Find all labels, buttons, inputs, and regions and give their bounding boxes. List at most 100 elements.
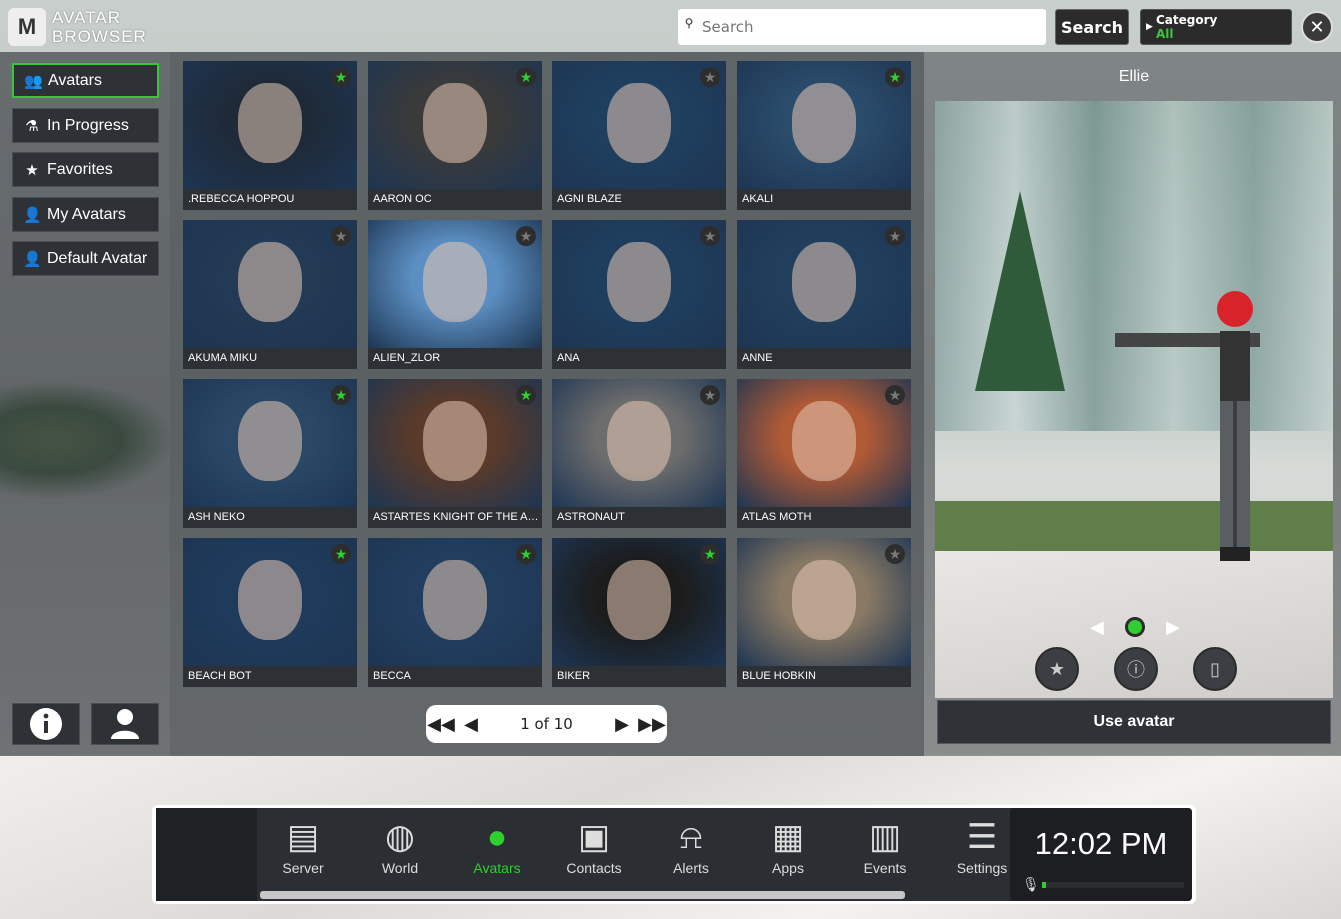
favorite-star-icon[interactable]: ★ xyxy=(516,67,536,87)
avatar-tile[interactable]: ALIEN_ZLOR ★ xyxy=(368,220,542,369)
globe-icon: ◍ xyxy=(385,818,415,856)
profile-button[interactable] xyxy=(91,703,159,745)
search-box[interactable]: ⚲ xyxy=(678,9,1046,45)
avatar-preview[interactable] xyxy=(935,101,1333,698)
prev-page-button[interactable]: ◀ xyxy=(456,714,486,735)
app-title-line1: AVATAR xyxy=(52,8,121,27)
favorite-star-icon[interactable]: ★ xyxy=(885,544,905,564)
search-input[interactable] xyxy=(700,17,1034,37)
carousel-dot[interactable] xyxy=(1125,617,1145,637)
taskbar-events[interactable]: ▥ Events xyxy=(840,816,930,886)
category-dropdown[interactable]: ▶ Category All xyxy=(1140,9,1292,45)
category-label: Category xyxy=(1156,13,1218,27)
app-logo: M AVATAR BROWSER xyxy=(8,8,147,46)
avatar-figure xyxy=(607,83,671,163)
sidebar-item-in-progress[interactable]: ⚗ In Progress xyxy=(12,108,159,143)
microphone-icon[interactable]: 🎙 xyxy=(1022,876,1040,893)
info-icon xyxy=(30,708,62,740)
avatar-tile[interactable]: BEACH BOT ★ xyxy=(183,538,357,687)
pagination: ◀◀ ◀ 1 of 10 ▶ ▶▶ xyxy=(426,705,667,743)
search-button[interactable]: Search xyxy=(1055,9,1129,45)
avatar-tile[interactable]: AKUMA MIKU ★ xyxy=(183,220,357,369)
next-page-button[interactable]: ▶ xyxy=(607,714,637,735)
avatar-tile[interactable]: ANA ★ xyxy=(552,220,726,369)
preview-avatar-name: Ellie xyxy=(1118,68,1150,85)
taskbar-label: Events xyxy=(863,860,907,876)
first-page-button[interactable]: ◀◀ xyxy=(426,714,456,735)
avatar-name: BECCA xyxy=(368,666,542,687)
avatar-tile[interactable]: BIKER ★ xyxy=(552,538,726,687)
avatar-figure xyxy=(792,401,856,481)
avatar-name: BLUE HOBKIN xyxy=(737,666,911,687)
avatar-tile[interactable]: ASH NEKO ★ xyxy=(183,379,357,528)
use-avatar-button[interactable]: Use avatar xyxy=(937,700,1331,744)
avatar-info-button[interactable]: ⓘ xyxy=(1114,647,1158,691)
favorite-star-icon[interactable]: ★ xyxy=(331,67,351,87)
favorite-star-icon[interactable]: ★ xyxy=(700,226,720,246)
avatar-tile[interactable]: ANNE ★ xyxy=(737,220,911,369)
users-icon: 👥 xyxy=(24,72,43,90)
close-button[interactable]: ✕ xyxy=(1301,11,1333,43)
contacts-icon: ▣ xyxy=(577,818,611,856)
carousel-next-icon[interactable]: ▶ xyxy=(1166,617,1180,638)
flask-icon: ⚗ xyxy=(25,117,39,135)
avatar-tile[interactable]: ASTRONAUT ★ xyxy=(552,379,726,528)
taskbar-alerts[interactable]: ⍾ Alerts xyxy=(646,816,736,886)
favorite-star-icon[interactable]: ★ xyxy=(516,226,536,246)
avatar-tile[interactable]: AGNI BLAZE ★ xyxy=(552,61,726,210)
avatar-name: ASTARTES KNIGHT OF THE AN... xyxy=(368,507,542,528)
taskbar-apps[interactable]: ▦ Apps xyxy=(743,816,833,886)
apps-grid-icon: ▦ xyxy=(771,818,805,856)
sidebar-item-my-avatars[interactable]: 👤 My Avatars xyxy=(12,197,159,232)
logo-mark-icon: M xyxy=(8,8,46,46)
favorite-star-icon[interactable]: ★ xyxy=(700,67,720,87)
carousel-prev-icon[interactable]: ◀ xyxy=(1090,617,1104,638)
taskbar-blank-slot xyxy=(156,808,257,901)
sidebar-item-label: In Progress xyxy=(47,116,129,134)
taskbar-label: World xyxy=(381,860,419,876)
favorite-star-icon[interactable]: ★ xyxy=(516,544,536,564)
favorite-button[interactable]: ★ xyxy=(1035,647,1079,691)
avatar-tile[interactable]: AKALI ★ xyxy=(737,61,911,210)
favorite-star-icon[interactable]: ★ xyxy=(700,385,720,405)
sidebar-item-label: Favorites xyxy=(47,160,113,178)
sidebar-item-avatars[interactable]: 👥 Avatars xyxy=(12,63,159,98)
page-indicator: 1 of 10 xyxy=(520,715,573,733)
sidebar-item-default-avatar[interactable]: 👤 Default Avatar xyxy=(12,241,159,276)
taskbar-world[interactable]: ◍ World xyxy=(355,816,445,886)
taskbar-contacts[interactable]: ▣ Contacts xyxy=(549,816,639,886)
info-button[interactable] xyxy=(12,703,80,745)
avatar-name: AKALI xyxy=(737,189,911,210)
mic-level-meter xyxy=(1042,882,1184,888)
mobile-button[interactable]: ▯ xyxy=(1193,647,1237,691)
avatar-name: AKUMA MIKU xyxy=(183,348,357,369)
last-page-button[interactable]: ▶▶ xyxy=(637,714,667,735)
avatar-name: AARON OC xyxy=(368,189,542,210)
avatar-tile[interactable]: ATLAS MOTH ★ xyxy=(737,379,911,528)
avatar-name: BEACH BOT xyxy=(183,666,357,687)
favorite-star-icon[interactable]: ★ xyxy=(331,544,351,564)
avatar-tile[interactable]: AARON OC ★ xyxy=(368,61,542,210)
close-icon: ✕ xyxy=(1309,16,1325,37)
favorite-star-icon[interactable]: ★ xyxy=(885,385,905,405)
taskbar-scrollbar[interactable] xyxy=(260,891,905,899)
avatar-figure xyxy=(423,560,487,640)
category-value: All xyxy=(1156,27,1174,41)
favorite-star-icon[interactable]: ★ xyxy=(885,67,905,87)
favorite-star-icon[interactable]: ★ xyxy=(516,385,536,405)
avatar-figure xyxy=(792,242,856,322)
favorite-star-icon[interactable]: ★ xyxy=(331,385,351,405)
avatar-name: ALIEN_ZLOR xyxy=(368,348,542,369)
avatar-tile[interactable]: BECCA ★ xyxy=(368,538,542,687)
favorite-star-icon[interactable]: ★ xyxy=(885,226,905,246)
avatar-tile[interactable]: .REBECCA HOPPOU ★ xyxy=(183,61,357,210)
search-icon: ⚲ xyxy=(684,16,694,30)
favorite-star-icon[interactable]: ★ xyxy=(331,226,351,246)
avatar-figure xyxy=(607,560,671,640)
taskbar-avatars[interactable]: ● Avatars xyxy=(452,816,542,886)
avatar-tile[interactable]: BLUE HOBKIN ★ xyxy=(737,538,911,687)
favorite-star-icon[interactable]: ★ xyxy=(700,544,720,564)
sidebar-item-favorites[interactable]: ★ Favorites xyxy=(12,152,159,187)
taskbar-server[interactable]: ▤ Server xyxy=(258,816,348,886)
avatar-tile[interactable]: ASTARTES KNIGHT OF THE AN... ★ xyxy=(368,379,542,528)
